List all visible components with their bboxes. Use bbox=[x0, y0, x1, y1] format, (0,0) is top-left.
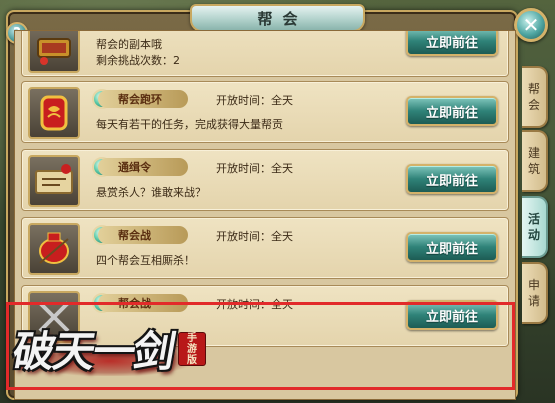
activity-remaining: 剩余挑战次数：2 bbox=[96, 54, 180, 67]
activity-row: 帮会战 开放时间：全天 四个帮会互相厮杀！ 立即前往 bbox=[21, 217, 509, 279]
red-medal-icon bbox=[28, 87, 80, 139]
tab-activities-char-2: 动 bbox=[527, 228, 540, 242]
go-now-button[interactable]: 立即前往 bbox=[406, 31, 498, 56]
activity-open-time: 开放时间：全天 bbox=[216, 162, 293, 175]
tab-building-char-2: 筑 bbox=[527, 162, 540, 176]
activity-open-time: 开放时间：全天 bbox=[216, 298, 293, 311]
tab-apply-char-2: 请 bbox=[527, 294, 540, 308]
logo-seal-char-2: 游 bbox=[187, 343, 197, 355]
scroll-box-icon bbox=[28, 31, 80, 73]
activity-description: 帮会的副本哦 bbox=[96, 38, 162, 51]
activity-description: 悬赏杀人？谁敢来战？ bbox=[96, 186, 206, 199]
tab-activities[interactable]: 活 动 bbox=[522, 196, 548, 258]
war-drum-icon bbox=[28, 223, 80, 275]
window-title-banner: 帮会 bbox=[190, 4, 365, 32]
wanted-scroll-icon bbox=[28, 155, 80, 207]
activity-row: 帮会跑环 开放时间：全天 每天有若干的任务，完成获得大量帮贡 立即前往 bbox=[21, 81, 509, 143]
tab-guild-char-1: 帮 bbox=[527, 82, 540, 96]
activity-row: 通缉令 开放时间：全天 悬赏杀人？谁敢来战？ 立即前往 bbox=[21, 149, 509, 211]
activity-row: 帮会的副本哦 剩余挑战次数：2 立即前往 bbox=[21, 31, 509, 77]
go-now-button[interactable]: 立即前往 bbox=[406, 96, 498, 126]
logo-seal-char-1: 手 bbox=[187, 332, 197, 344]
activity-name: 帮会战 bbox=[98, 294, 188, 312]
tab-guild-char-2: 会 bbox=[527, 98, 540, 112]
activity-description: 每天有若干的任务，完成获得大量帮贡 bbox=[96, 118, 283, 131]
tab-apply-char-1: 申 bbox=[527, 278, 540, 292]
tab-guild[interactable]: 帮 会 bbox=[522, 66, 548, 128]
tab-activities-char-1: 活 bbox=[527, 212, 540, 226]
activity-description: 四个帮会互相厮杀！ bbox=[96, 254, 195, 267]
tab-building-char-1: 建 bbox=[527, 146, 540, 160]
go-now-button[interactable]: 立即前往 bbox=[406, 300, 498, 330]
activity-name: 帮会战 bbox=[98, 226, 188, 244]
activity-open-time: 开放时间：全天 bbox=[216, 230, 293, 243]
tab-building[interactable]: 建 筑 bbox=[522, 130, 548, 192]
go-now-button[interactable]: 立即前往 bbox=[406, 232, 498, 262]
window-title: 帮会 bbox=[257, 9, 308, 28]
activity-open-time: 开放时间：全天 bbox=[216, 94, 293, 107]
logo-seal-char-3: 版 bbox=[187, 354, 197, 366]
go-now-button[interactable]: 立即前往 bbox=[406, 164, 498, 194]
activity-name: 帮会跑环 bbox=[98, 90, 188, 108]
logo-seal: 手 游 版 bbox=[178, 332, 206, 366]
activity-name: 通缉令 bbox=[98, 158, 188, 176]
close-button[interactable]: ✕ bbox=[514, 8, 548, 42]
tab-apply[interactable]: 申 请 bbox=[522, 262, 548, 324]
game-logo: 破天一剑 bbox=[9, 327, 178, 376]
